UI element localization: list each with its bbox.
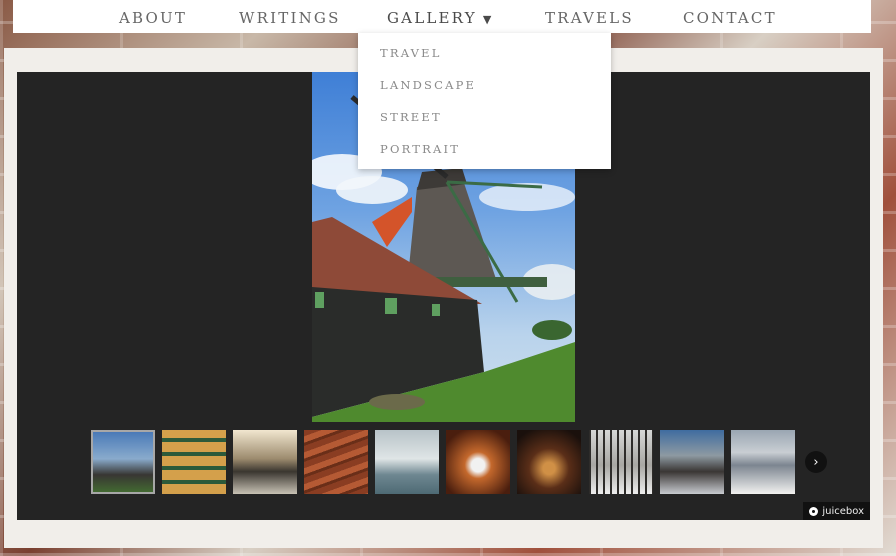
menu-item-portrait[interactable]: PORTRAIT [380,142,460,156]
nav-gallery[interactable]: GALLERY ▼ [387,9,491,27]
juicebox-badge[interactable]: juicebox [803,502,870,520]
menu-item-landscape[interactable]: LANDSCAPE [380,78,476,92]
gallery-dropdown-menu: TRAVEL LANDSCAPE STREET PORTRAIT [358,33,611,169]
nav-gallery-label: GALLERY [387,9,477,27]
thumbnail-night-street[interactable] [517,430,581,494]
nav-travels[interactable]: TRAVELS [545,9,634,27]
juicebox-logo-icon [809,506,819,516]
thumbnail-wood-planks[interactable] [304,430,368,494]
nav-contact[interactable]: CONTACT [683,9,777,27]
thumbnail-market-produce[interactable] [162,430,226,494]
next-arrow-button[interactable]: › [805,451,827,473]
thumbnail-snowy-forest[interactable] [589,430,653,494]
chevron-right-icon: › [813,454,819,470]
caret-down-icon: ▼ [482,13,492,26]
top-nav: ABOUT WRITINGS GALLERY ▼ TRAVELS CONTACT [13,0,871,33]
menu-item-travel[interactable]: TRAVEL [380,46,442,60]
thumbnail-mountain-car[interactable] [660,430,724,494]
thumbnail-train-station[interactable] [233,430,297,494]
menu-item-street[interactable]: STREET [380,110,442,124]
thumbnail-seagulls-sea[interactable] [375,430,439,494]
thumbnail-windmill[interactable] [91,430,155,494]
thumbnail-snowy-mountain[interactable] [731,430,795,494]
nav-about[interactable]: ABOUT [119,9,187,27]
nav-writings[interactable]: WRITINGS [239,9,341,27]
thumbnail-drone[interactable] [446,430,510,494]
juicebox-label: juicebox [822,505,864,517]
